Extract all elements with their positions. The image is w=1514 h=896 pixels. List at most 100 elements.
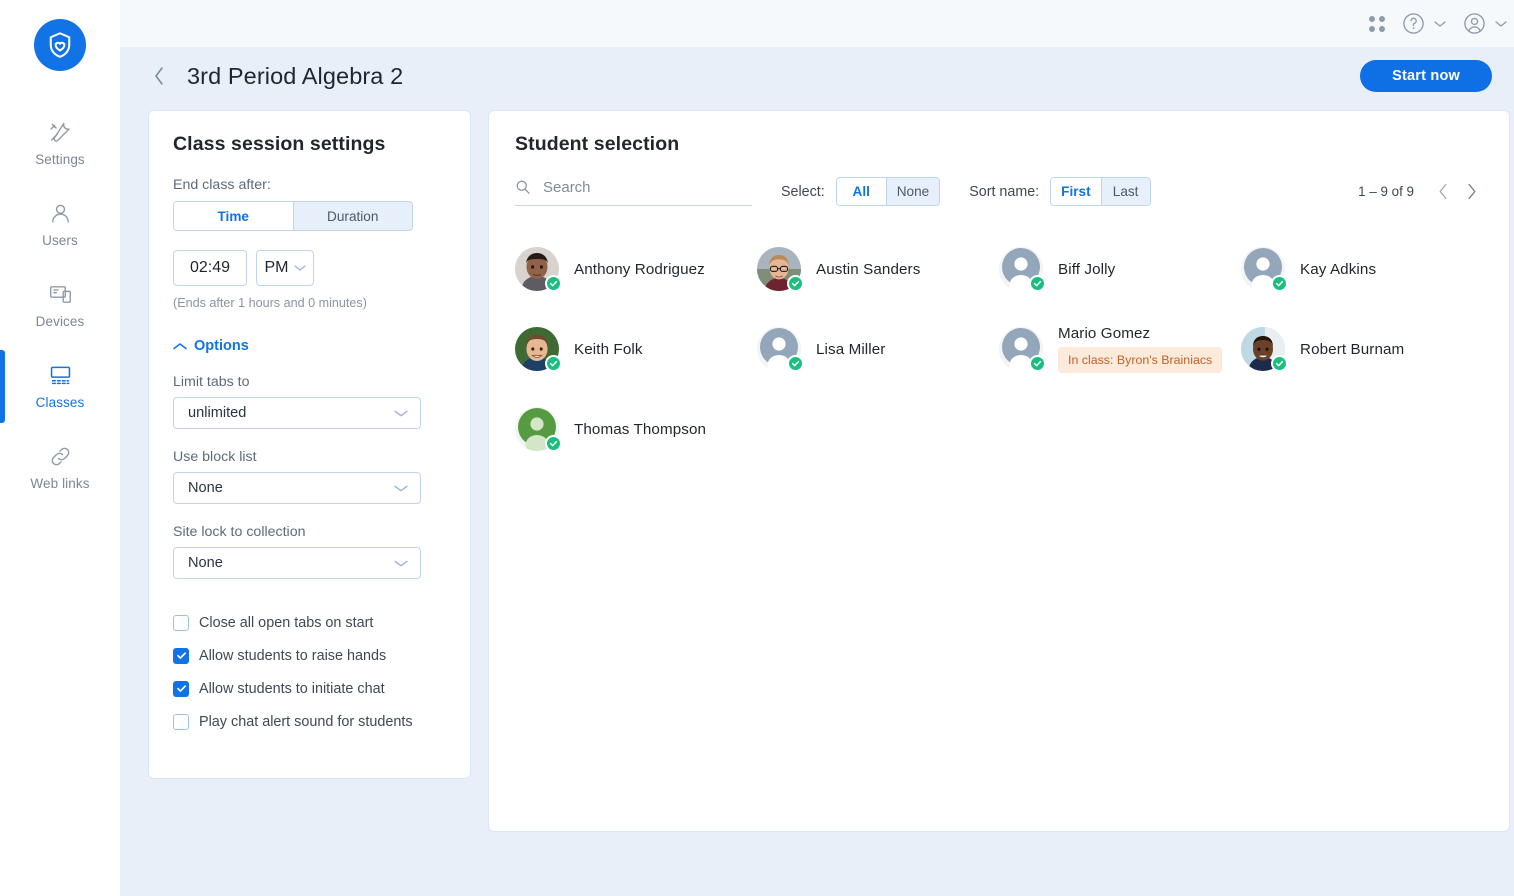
ends-after-note: (Ends after 1 hours and 0 minutes) (173, 296, 367, 310)
checkbox-close-all-open-tabs[interactable]: Close all open tabs on start (173, 606, 446, 639)
select-option-none[interactable]: None (885, 178, 940, 205)
search-icon (515, 179, 531, 195)
block-list-select[interactable]: None (173, 472, 421, 504)
settings-card-title: Class session settings (173, 133, 386, 155)
account-avatar-icon (1462, 11, 1487, 36)
grid-apps-icon (1369, 15, 1385, 32)
pagination-next-button[interactable] (1464, 181, 1479, 202)
session-options-checkboxes: Close all open tabs on start Allow stude… (173, 606, 446, 738)
student-name: Biff Jolly (1058, 260, 1116, 278)
selected-check-badge (545, 435, 562, 452)
student-text: Thomas Thompson (574, 421, 706, 438)
app-logo[interactable] (0, 19, 120, 71)
student-card[interactable]: Anthony Rodriguez (515, 236, 757, 302)
sidebar-item-label: Devices (35, 314, 85, 329)
chevron-up-icon (173, 342, 187, 351)
devices-icon (48, 282, 73, 307)
sort-option-last[interactable]: Last (1100, 178, 1150, 205)
student-text: Keith Folk (574, 341, 643, 358)
avatar (757, 327, 804, 372)
student-name: Anthony Rodriguez (574, 260, 705, 278)
end-mode-option-duration[interactable]: Duration (292, 202, 412, 230)
select-label: Select: (781, 183, 825, 200)
student-text: Mario Gomez In class: Byron's Brainiacs (1058, 325, 1223, 373)
student-card[interactable]: Kay Adkins (1241, 236, 1483, 302)
ampm-value: PM (264, 259, 289, 276)
sidebar-item-classes[interactable]: Classes (0, 346, 120, 427)
block-list-value: None (188, 480, 223, 496)
student-name: Kay Adkins (1300, 260, 1377, 278)
search-box[interactable] (515, 177, 752, 206)
student-text: Austin Sanders (816, 261, 920, 278)
selected-check-badge (545, 275, 562, 292)
avatar (515, 247, 562, 292)
back-button[interactable] (146, 63, 172, 89)
student-selection-card: Student selection Select: All None Sort … (488, 110, 1510, 832)
content-area: Class session settings End class after: … (120, 105, 1514, 896)
student-card[interactable]: Mario Gomez In class: Byron's Brainiacs (999, 316, 1241, 382)
chevron-down-icon (1434, 20, 1446, 28)
student-card[interactable]: Biff Jolly (999, 236, 1241, 302)
page-header: 3rd Period Algebra 2 Start now (120, 47, 1514, 105)
sidebar-item-label: Users (42, 233, 78, 248)
student-text: Lisa Miller (816, 341, 885, 358)
chevron-right-icon (1466, 183, 1477, 204)
start-now-button[interactable]: Start now (1360, 60, 1492, 92)
person-icon (48, 201, 73, 226)
left-sidebar: Settings Users Devices Classes Web links (0, 0, 120, 896)
sidebar-item-label: Settings (35, 152, 85, 167)
options-toggle[interactable]: Options (173, 338, 446, 354)
selected-check-badge (1271, 275, 1288, 292)
search-input[interactable] (541, 177, 752, 197)
sort-name-toggle: First Last (1050, 177, 1151, 206)
classroom-icon (48, 363, 73, 388)
sidebar-item-devices[interactable]: Devices (0, 265, 120, 346)
student-card[interactable]: Keith Folk (515, 316, 757, 382)
block-list-label: Use block list (173, 449, 257, 465)
avatar (515, 407, 562, 452)
student-card[interactable]: Robert Burnam (1241, 316, 1483, 382)
selected-check-badge (1271, 355, 1288, 372)
student-text: Robert Burnam (1300, 341, 1404, 358)
help-circle-icon (1401, 11, 1426, 36)
help-menu-button[interactable] (1393, 7, 1454, 40)
site-lock-value: None (188, 555, 223, 571)
student-name: Robert Burnam (1300, 340, 1405, 358)
chevron-left-icon (153, 66, 166, 86)
checkbox-allow-raise-hands[interactable]: Allow students to raise hands (173, 639, 446, 672)
end-time-input[interactable]: 02:49 (173, 250, 247, 286)
limit-tabs-select[interactable]: unlimited (173, 397, 421, 429)
sidebar-item-users[interactable]: Users (0, 184, 120, 265)
avatar (515, 327, 562, 372)
selected-check-badge (787, 355, 804, 372)
end-mode-toggle: Time Duration (173, 201, 413, 231)
shield-heart-logo-icon (34, 19, 86, 71)
avatar (1241, 327, 1288, 372)
checkbox-play-chat-alert-sound[interactable]: Play chat alert sound for students (173, 705, 446, 738)
sidebar-item-web-links[interactable]: Web links (0, 427, 120, 508)
student-card[interactable]: Austin Sanders (757, 236, 999, 302)
link-icon (48, 444, 73, 469)
student-card[interactable]: Thomas Thompson (515, 396, 757, 462)
pagination-prev-button[interactable] (1436, 181, 1451, 202)
page-title: 3rd Period Algebra 2 (187, 62, 404, 89)
account-menu-button[interactable] (1454, 7, 1514, 40)
pagination-count: 1 – 9 of 9 (1358, 184, 1414, 199)
sort-option-first[interactable]: First (1051, 178, 1101, 205)
options-toggle-label: Options (194, 338, 249, 354)
end-mode-option-time[interactable]: Time (174, 202, 293, 230)
select-option-all[interactable]: All (836, 178, 886, 205)
class-session-settings-card: Class session settings End class after: … (148, 110, 471, 779)
student-name: Mario Gomez (1058, 325, 1151, 342)
checkbox-allow-initiate-chat[interactable]: Allow students to initiate chat (173, 672, 446, 705)
sidebar-item-settings[interactable]: Settings (0, 103, 120, 184)
ampm-select[interactable]: PM (256, 250, 314, 286)
student-card[interactable]: Lisa Miller (757, 316, 999, 382)
sort-name-label: Sort name: (969, 183, 1040, 200)
student-name: Thomas Thompson (574, 420, 707, 438)
apps-grid-button[interactable] (1361, 12, 1393, 36)
student-toolbar: Select: All None Sort name: First Last 1… (515, 177, 1483, 206)
chevron-down-icon (394, 409, 408, 418)
avatar (999, 247, 1046, 292)
site-lock-select[interactable]: None (173, 547, 421, 579)
